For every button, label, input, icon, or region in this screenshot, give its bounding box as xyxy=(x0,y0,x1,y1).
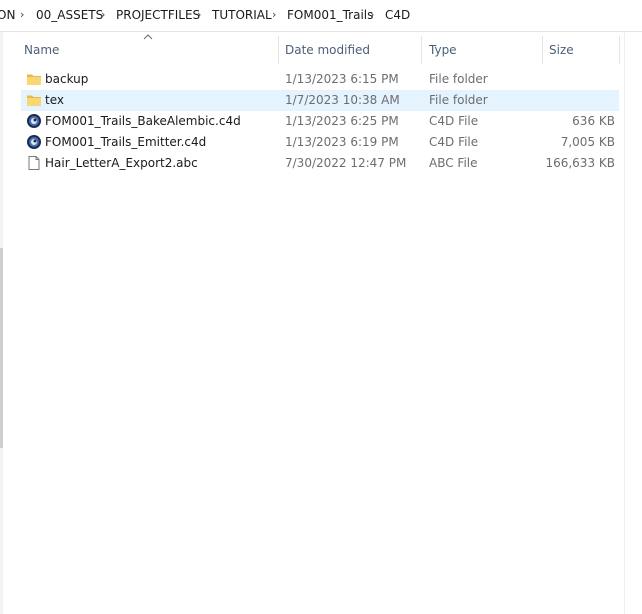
breadcrumb-item-on[interactable]: ON xyxy=(0,8,15,22)
column-header-size[interactable]: Size xyxy=(549,43,574,57)
breadcrumb-item-projectfiles[interactable]: PROJECTFILES xyxy=(116,8,200,22)
file-type: File folder xyxy=(429,72,488,86)
file-row-backup[interactable]: backup 1/13/2023 6:15 PM File folder xyxy=(21,69,619,90)
file-date-modified: 1/7/2023 10:38 AM xyxy=(285,93,400,107)
file-row-emitter[interactable]: FOM001_Trails_Emitter.c4d 1/13/2023 6:19… xyxy=(21,132,619,153)
document-icon xyxy=(28,156,40,170)
breadcrumb-separator-icon[interactable]: › xyxy=(101,8,105,21)
column-divider[interactable] xyxy=(421,36,422,64)
file-type: C4D File xyxy=(429,114,479,128)
file-row-hair-lettera[interactable]: Hair_LetterA_Export2.abc 7/30/2022 12:47… xyxy=(21,153,619,174)
file-name: tex xyxy=(45,93,64,107)
file-date-modified: 7/30/2022 12:47 PM xyxy=(285,156,407,170)
file-size: 166,633 KB xyxy=(545,156,615,170)
breadcrumb-item-assets[interactable]: 00_ASSETS xyxy=(36,8,103,22)
cinema4d-icon xyxy=(27,114,41,128)
file-size: 7,005 KB xyxy=(560,135,615,149)
breadcrumb-item-c4d[interactable]: C4D xyxy=(385,8,410,22)
file-explorer-window: ON › 00_ASSETS › PROJECTFILES › TUTORIAL… xyxy=(0,0,642,614)
file-size: 636 KB xyxy=(572,114,615,128)
column-divider[interactable] xyxy=(619,36,620,64)
file-name: backup xyxy=(45,72,89,86)
file-name: FOM001_Trails_BakeAlembic.c4d xyxy=(45,114,241,128)
file-name: FOM001_Trails_Emitter.c4d xyxy=(45,135,207,149)
column-header-row: Name Date modified Type Size xyxy=(0,32,642,68)
breadcrumb-separator-icon[interactable]: › xyxy=(197,8,201,21)
column-divider[interactable] xyxy=(278,36,279,64)
sort-ascending-icon xyxy=(143,34,153,40)
breadcrumb-item-fom001-trails[interactable]: FOM001_Trails xyxy=(287,8,373,22)
column-header-name[interactable]: Name xyxy=(24,43,59,57)
file-name: Hair_LetterA_Export2.abc xyxy=(45,156,198,170)
column-divider[interactable] xyxy=(542,36,543,64)
navigation-scrollbar-thumb[interactable] xyxy=(0,248,3,448)
file-type: C4D File xyxy=(429,135,479,149)
breadcrumb-separator-icon[interactable]: › xyxy=(272,8,276,21)
address-bar[interactable]: ON › 00_ASSETS › PROJECTFILES › TUTORIAL… xyxy=(0,0,642,32)
file-date-modified: 1/13/2023 6:15 PM xyxy=(285,72,399,86)
file-date-modified: 1/13/2023 6:25 PM xyxy=(285,114,399,128)
breadcrumb-separator-icon[interactable]: › xyxy=(20,8,24,21)
cinema4d-icon xyxy=(27,135,41,149)
file-date-modified: 1/13/2023 6:19 PM xyxy=(285,135,399,149)
breadcrumb-separator-icon[interactable]: › xyxy=(370,8,374,21)
folder-icon xyxy=(27,95,41,106)
column-header-date-modified[interactable]: Date modified xyxy=(285,43,370,57)
content-edge-divider xyxy=(624,32,625,614)
column-header-type[interactable]: Type xyxy=(429,43,457,57)
file-type: ABC File xyxy=(429,156,478,170)
file-type: File folder xyxy=(429,93,488,107)
file-row-bakealembic[interactable]: FOM001_Trails_BakeAlembic.c4d 1/13/2023 … xyxy=(21,111,619,132)
breadcrumb-item-tutorial[interactable]: TUTORIAL xyxy=(212,8,272,22)
file-row-tex[interactable]: tex 1/7/2023 10:38 AM File folder xyxy=(21,90,619,111)
folder-icon xyxy=(27,74,41,85)
